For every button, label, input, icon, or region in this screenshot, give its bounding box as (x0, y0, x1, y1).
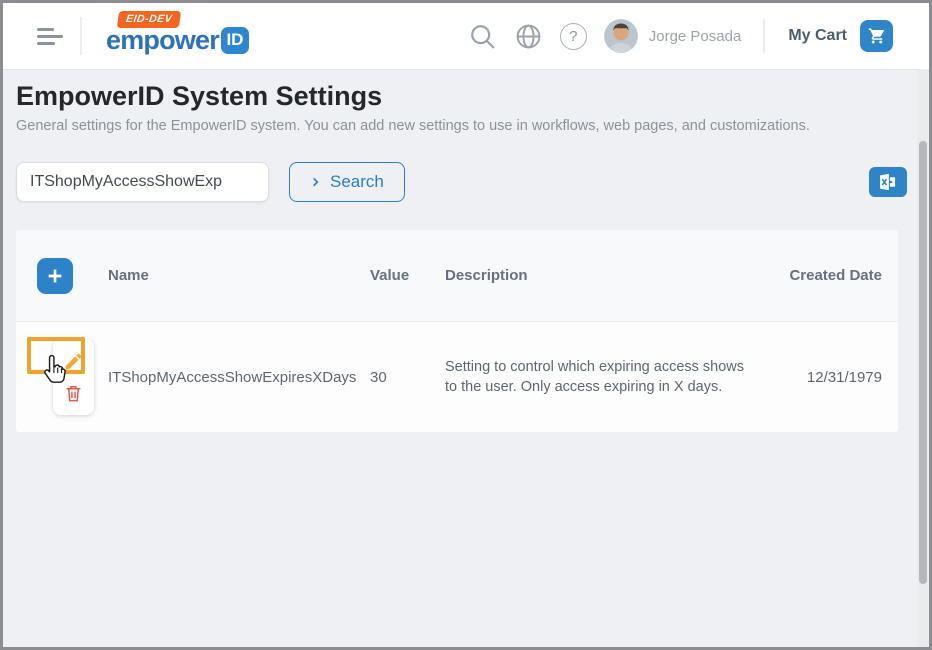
scrollbar-track[interactable] (917, 69, 929, 647)
top-navigation-bar: EID-DEV empower ID ? (3, 3, 929, 70)
help-glyph: ? (569, 28, 577, 45)
add-setting-button[interactable] (37, 258, 73, 294)
cart-icon (868, 27, 886, 45)
setting-created-date: 12/31/1979 (772, 369, 882, 386)
setting-value: 30 (370, 369, 445, 386)
brand-logo[interactable]: EID-DEV empower ID (106, 27, 249, 54)
setting-description: Setting to control which expiring access… (445, 357, 772, 398)
scrollbar-thumb[interactable] (919, 141, 927, 584)
chevron-right-icon (310, 176, 321, 188)
row-actions (53, 339, 94, 415)
settings-table: Name Value Description Created Date (16, 230, 898, 432)
page-title: EmpowerID System Settings (16, 81, 382, 112)
user-name: Jorge Posada (649, 28, 742, 45)
setting-name: ITShopMyAccessShowExpiresXDays (108, 369, 370, 386)
environment-badge: EID-DEV (117, 11, 181, 28)
divider (763, 19, 765, 53)
edit-button[interactable] (63, 351, 84, 372)
excel-export-button[interactable] (869, 167, 907, 197)
globe-icon[interactable] (514, 22, 543, 51)
edit-icon (63, 351, 84, 372)
search-input[interactable] (16, 162, 269, 202)
delete-button[interactable] (64, 384, 83, 403)
table-header-row: Name Value Description Created Date (16, 230, 898, 322)
table-row[interactable]: ITShopMyAccessShowExpiresXDays 30 Settin… (16, 322, 898, 432)
my-cart-label[interactable]: My Cart (788, 27, 847, 45)
column-header-description[interactable]: Description (445, 267, 772, 284)
delete-icon (64, 384, 83, 403)
search-icon[interactable] (468, 22, 497, 51)
app-window: EID-DEV empower ID ? (0, 0, 932, 650)
brand-text: empower (106, 27, 219, 54)
column-header-name[interactable]: Name (108, 267, 370, 284)
cart-button[interactable] (860, 20, 893, 52)
divider (80, 17, 82, 55)
avatar[interactable] (604, 19, 638, 53)
search-button[interactable]: Search (289, 162, 405, 202)
column-header-created-date[interactable]: Created Date (772, 267, 882, 284)
add-icon (45, 266, 65, 286)
column-header-value[interactable]: Value (370, 267, 445, 284)
excel-export-icon (877, 172, 899, 192)
page-subtitle: General settings for the EmpowerID syste… (16, 118, 810, 134)
brand-mark: ID (221, 27, 249, 54)
search-button-label: Search (330, 172, 384, 192)
help-icon[interactable]: ? (560, 23, 587, 50)
menu-toggle-icon[interactable] (37, 24, 63, 49)
